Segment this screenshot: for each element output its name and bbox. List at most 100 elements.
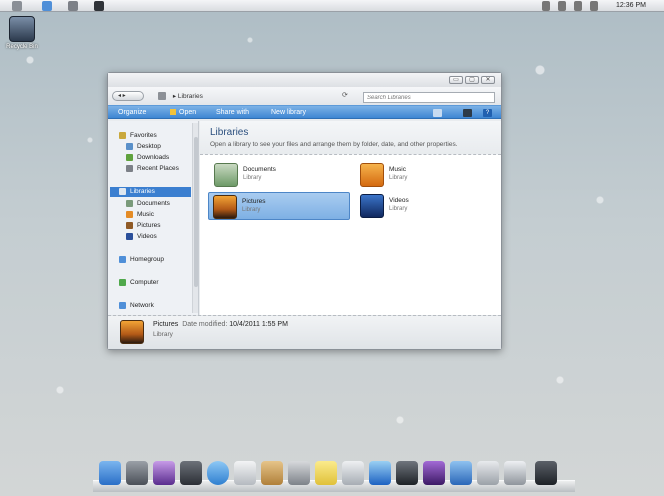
nav-libraries[interactable]: Libraries <box>110 187 191 197</box>
app-store-icon[interactable] <box>342 461 364 485</box>
new-library-button[interactable]: New library <box>271 109 306 116</box>
share-with-button[interactable]: Share with <box>216 109 249 116</box>
homegroup-icon <box>119 255 126 263</box>
mail-icon[interactable] <box>234 461 256 485</box>
nav-homegroup-label: Homegroup <box>130 256 164 263</box>
xcode-icon[interactable] <box>450 461 472 485</box>
details-modified-label: Date modified: <box>182 321 228 328</box>
flag-icon[interactable] <box>590 1 598 11</box>
dashboard-icon[interactable] <box>180 461 202 485</box>
maximize-button[interactable]: ▢ <box>465 76 479 84</box>
preview-pane-icon[interactable] <box>463 109 472 117</box>
hammer-icon[interactable] <box>477 461 499 485</box>
library-type: Library <box>242 207 261 213</box>
nav-music[interactable]: Music <box>126 210 154 220</box>
music-icon <box>360 163 384 187</box>
finder-icon[interactable] <box>99 461 121 485</box>
nav-documents[interactable]: Documents <box>126 199 170 209</box>
recycle-bin-label: Recycle Bin <box>6 44 38 50</box>
clock[interactable]: 12:36 PM <box>616 2 646 9</box>
trash-icon[interactable] <box>535 461 557 485</box>
x-app-icon[interactable] <box>423 461 445 485</box>
nav-scrollbar-thumb[interactable] <box>194 137 198 287</box>
nav-videos-label: Videos <box>137 233 157 240</box>
details-pane: Pictures Date modified: 10/4/2011 1:55 P… <box>108 315 501 349</box>
menubar: 12:36 PM <box>0 0 664 12</box>
navigation-pane: Favorites Desktop Downloads Recent Place… <box>108 121 199 317</box>
system-preferences-icon[interactable] <box>126 461 148 485</box>
content-subtitle: Open a library to see your files and arr… <box>210 141 458 148</box>
refresh-icon[interactable]: ⟳ <box>342 91 348 99</box>
volume-icon[interactable] <box>558 1 566 11</box>
computer-icon <box>119 278 126 286</box>
nav-scrollbar[interactable] <box>192 123 198 313</box>
music-icon <box>126 210 133 218</box>
address-book-icon[interactable] <box>261 461 283 485</box>
library-pictures[interactable]: Pictures Library <box>208 192 350 220</box>
recycle-bin[interactable]: Recycle Bin <box>4 16 40 50</box>
help-icon[interactable]: ? <box>483 109 492 117</box>
nav-network[interactable]: Network <box>119 301 154 311</box>
nav-computer-label: Computer <box>130 279 159 286</box>
organize-button[interactable]: Organize <box>118 109 146 116</box>
library-name: Videos <box>389 197 409 204</box>
library-videos[interactable]: Videos Library <box>356 192 498 220</box>
nav-videos[interactable]: Videos <box>126 232 157 242</box>
pictures-icon <box>120 320 144 344</box>
nav-documents-label: Documents <box>137 200 170 207</box>
dock <box>93 458 575 492</box>
nav-recent-places-label: Recent Places <box>137 165 179 172</box>
quicktime-icon[interactable] <box>396 461 418 485</box>
content-header: Libraries Open a library to see your fil… <box>200 121 501 155</box>
back-forward-buttons[interactable]: ◂ ▸ <box>112 91 144 101</box>
nav-music-label: Music <box>137 211 154 218</box>
nav-downloads-label: Downloads <box>137 154 170 161</box>
nav-recent-places[interactable]: Recent Places <box>126 164 179 174</box>
downloads-icon <box>126 153 133 161</box>
recent-places-icon <box>126 164 133 172</box>
nav-computer[interactable]: Computer <box>119 278 159 288</box>
app-icon[interactable] <box>94 1 104 11</box>
nav-favorites[interactable]: Favorites <box>119 131 157 141</box>
itunes-icon[interactable] <box>369 461 391 485</box>
videos-icon <box>360 194 384 218</box>
safari-icon[interactable] <box>207 461 229 485</box>
library-name: Documents <box>243 166 276 173</box>
nav-downloads[interactable]: Downloads <box>126 153 169 163</box>
content-title: Libraries <box>210 127 249 138</box>
open-button[interactable]: Open <box>170 109 196 116</box>
calculator-icon[interactable] <box>288 461 310 485</box>
nav-pictures[interactable]: Pictures <box>126 221 160 231</box>
view-options-icon[interactable] <box>433 109 442 117</box>
library-music[interactable]: Music Library <box>356 161 498 189</box>
notes-icon[interactable] <box>315 461 337 485</box>
details-type: Library <box>153 331 173 338</box>
pictures-icon <box>213 195 237 219</box>
library-type: Library <box>389 206 408 212</box>
star-icon <box>119 131 126 139</box>
finder-icon[interactable] <box>42 1 52 11</box>
network-icon <box>119 301 126 309</box>
apple-icon[interactable] <box>12 1 22 11</box>
search-input[interactable] <box>363 92 495 103</box>
disk-icon[interactable] <box>68 1 78 11</box>
recycle-bin-icon <box>9 16 35 42</box>
content-pane: Libraries Open a library to see your fil… <box>200 121 501 317</box>
explorer-window: ▭ ▢ ✕ ◂ ▸ ▸ Libraries ⟳ Organize Open Sh… <box>107 72 502 350</box>
close-button[interactable]: ✕ <box>481 76 495 84</box>
library-documents[interactable]: Documents Library <box>210 161 352 189</box>
eject-icon[interactable] <box>504 461 526 485</box>
nav-desktop[interactable]: Desktop <box>126 142 161 152</box>
documents-icon <box>214 163 238 187</box>
open-label: Open <box>179 109 197 116</box>
libraries-icon <box>158 92 166 101</box>
network-icon[interactable] <box>574 1 582 11</box>
library-type: Library <box>243 175 262 181</box>
title-bar[interactable]: ▭ ▢ ✕ <box>108 73 501 87</box>
library-name: Pictures <box>242 198 266 205</box>
breadcrumb[interactable]: Libraries <box>178 93 203 100</box>
nav-homegroup[interactable]: Homegroup <box>119 255 164 265</box>
tray-icon[interactable] <box>542 1 550 11</box>
minimize-button[interactable]: ▭ <box>449 76 463 84</box>
photo-icon[interactable] <box>153 461 175 485</box>
